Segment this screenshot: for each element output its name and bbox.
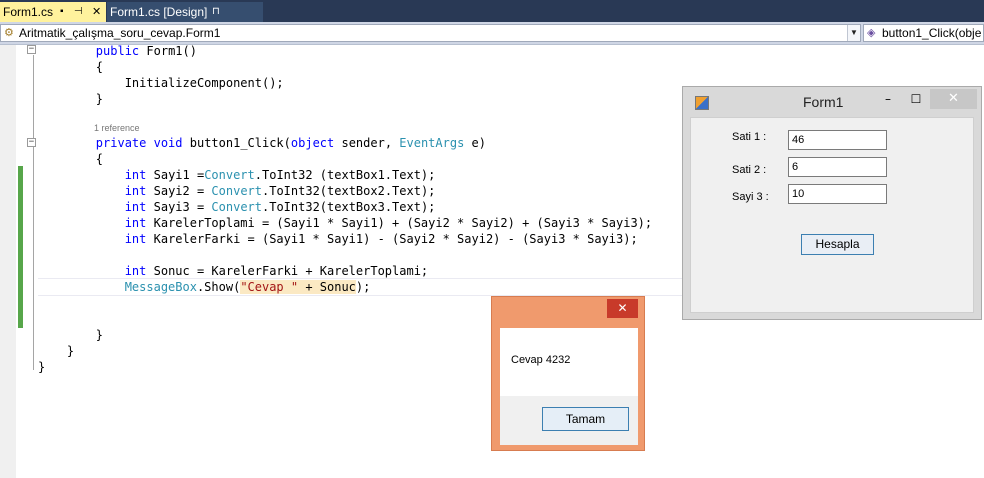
tab-form1-design[interactable]: Form1.cs [Design] ⊓ — [107, 2, 263, 22]
code-line: InitializeComponent(); — [38, 76, 284, 90]
textbox2-input[interactable]: 6 — [788, 157, 887, 177]
tab-label: Form1.cs [Design] — [110, 5, 208, 19]
label-sayi3: Sayi 3 : — [732, 191, 769, 203]
document-tab-strip: Form1.cs ▪ ⊣ ✕ Form1.cs [Design] ⊓ — [0, 0, 984, 22]
codelens-references[interactable]: 1 reference — [94, 123, 140, 133]
method-icon: ◈ — [867, 27, 876, 39]
change-tracking-bar — [18, 166, 23, 328]
type-combo-value: Aritmatik_çalışma_soru_cevap.Form1 — [19, 26, 221, 40]
app-icon — [695, 96, 709, 110]
tab-label: Form1.cs — [3, 5, 54, 19]
maximize-button[interactable]: ☐ — [909, 89, 923, 109]
message-footer: Tamam — [500, 396, 638, 445]
code-line: int Sayi1 =Convert.ToInt32 (textBox1.Tex… — [124, 168, 436, 182]
code-line: private void button1_Click(object sender… — [95, 136, 486, 150]
code-line: } — [38, 344, 75, 358]
close-button[interactable]: ✕ — [930, 89, 977, 109]
code-line: int KarelerFarki = (Sayi1 * Sayi1) - (Sa… — [124, 232, 638, 246]
textbox1-input[interactable]: 46 — [788, 130, 887, 150]
message-body: Cevap 4232 — [500, 328, 638, 396]
label-sati2: Sati 2 : — [732, 164, 767, 176]
tamam-button[interactable]: Tamam — [542, 407, 629, 431]
navigation-bar: ⚙ Aritmatik_çalışma_soru_cevap.Form1 ▼ ◈… — [0, 22, 984, 45]
code-line: public Form1() — [38, 44, 197, 58]
code-line: { — [38, 152, 104, 166]
close-icon[interactable]: ✕ — [92, 2, 101, 22]
selection-margin — [0, 45, 16, 478]
code-line: { — [38, 60, 104, 74]
code-line: } — [38, 92, 104, 106]
form1-client-area: Sati 1 : 46 Sati 2 : 6 Sayi 3 : 10 Hesap… — [690, 117, 974, 313]
current-code-line: MessageBox.Show("Cevap " + Sonuc); — [38, 278, 688, 296]
member-combo[interactable]: ◈ button1_Click(obje — [863, 24, 984, 42]
hesapla-button[interactable]: Hesapla — [801, 234, 874, 255]
pin-icon[interactable]: ⊓ — [212, 2, 220, 22]
form1-title: Form1 — [803, 94, 844, 110]
code-line: } — [38, 360, 46, 374]
label-sati1: Sati 1 : — [732, 131, 767, 143]
code-line: } — [38, 328, 104, 342]
class-icon: ⚙ — [4, 27, 14, 39]
pin-icon[interactable]: ⊣ — [74, 2, 83, 22]
textbox3-input[interactable]: 10 — [788, 184, 887, 204]
lock-icon: ▪ — [60, 6, 64, 17]
outline-guide — [33, 55, 34, 370]
close-button[interactable]: ✕ — [607, 299, 638, 318]
member-combo-value: button1_Click(obje — [882, 26, 982, 40]
code-line: int Sayi2 = Convert.ToInt32(textBox2.Tex… — [124, 184, 436, 198]
type-combo[interactable]: ⚙ Aritmatik_çalışma_soru_cevap.Form1 ▼ — [0, 24, 861, 42]
minimize-button[interactable]: – — [881, 89, 895, 109]
message-text: Cevap 4232 — [511, 354, 571, 366]
form1-titlebar[interactable]: Form1 – ☐ ✕ — [683, 87, 981, 117]
message-box: ✕ Cevap 4232 Tamam — [491, 296, 645, 451]
collapse-icon[interactable]: − — [27, 45, 36, 54]
collapse-icon[interactable]: − — [27, 138, 36, 147]
code-line: int Sayi3 = Convert.ToInt32(textBox3.Tex… — [124, 200, 436, 214]
form1-window: Form1 – ☐ ✕ Sati 1 : 46 Sati 2 : 6 Sayi … — [682, 86, 982, 320]
code-line: int KarelerToplami = (Sayi1 * Sayi1) + (… — [124, 216, 653, 230]
code-line: int Sonuc = KarelerFarki + KarelerToplam… — [124, 264, 429, 278]
chevron-down-icon[interactable]: ▼ — [847, 25, 860, 41]
tab-form1-cs[interactable]: Form1.cs ▪ ⊣ ✕ — [0, 2, 106, 22]
